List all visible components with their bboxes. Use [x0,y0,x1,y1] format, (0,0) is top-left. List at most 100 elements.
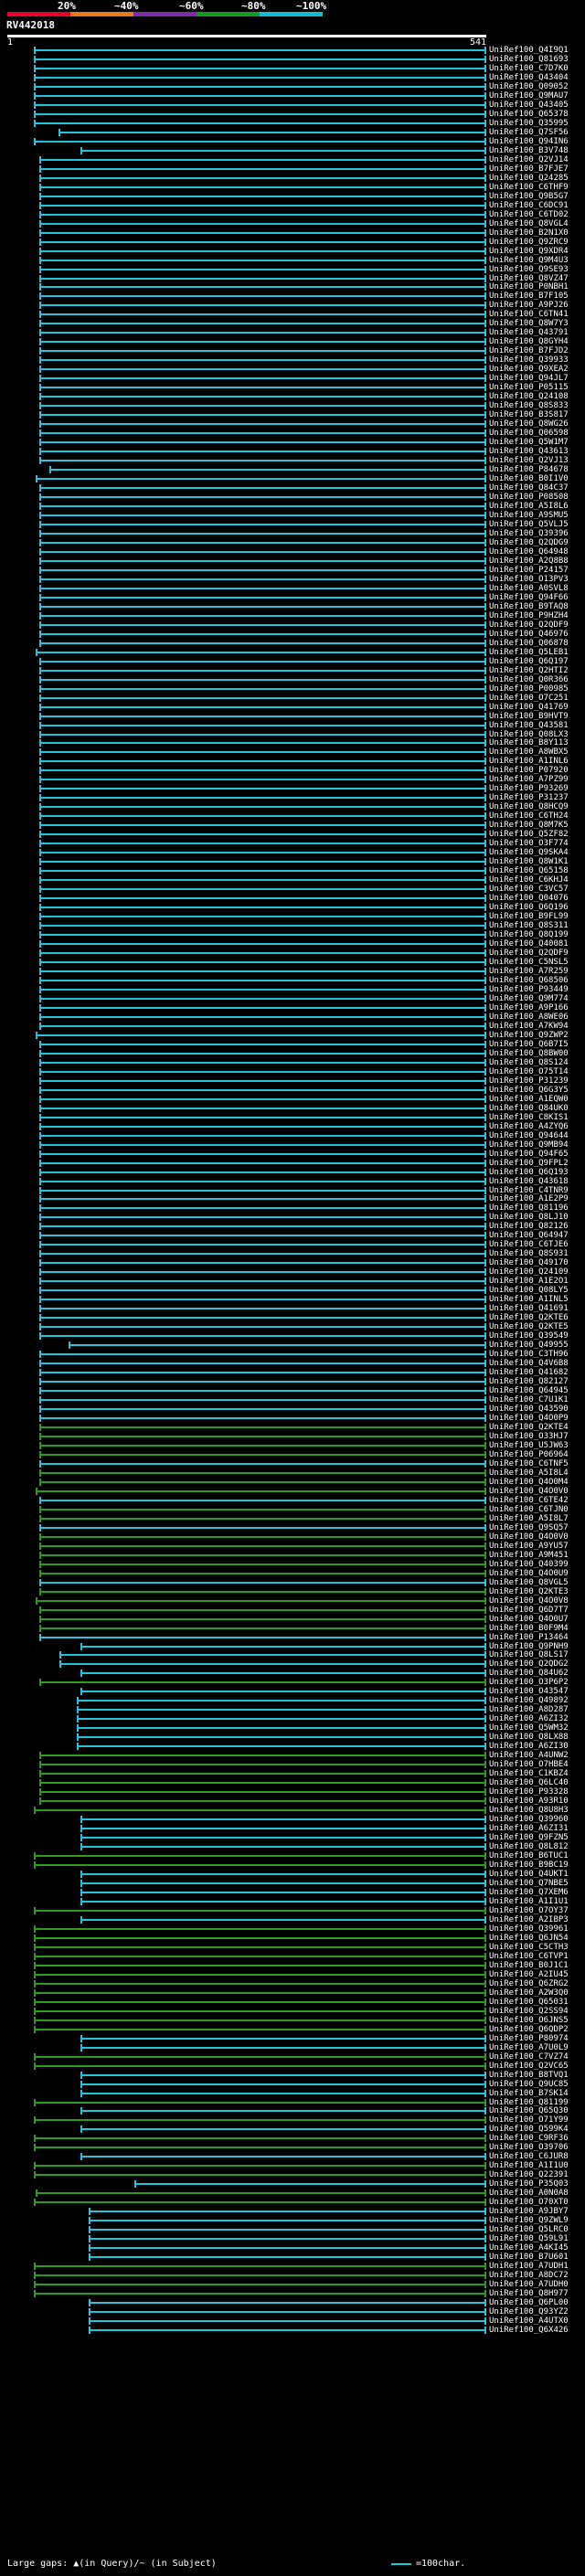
hit-label[interactable]: UniRef100_Q43618 [489,1177,569,1186]
hit-label[interactable]: UniRef100_C6KHJ4 [489,875,569,885]
hit-label[interactable]: UniRef100_Q9M774 [489,994,569,1003]
hit-label[interactable]: UniRef100_Q0R366 [489,675,569,684]
hit-label[interactable]: UniRef100_Q43404 [489,73,569,82]
hit-label[interactable]: UniRef100_A8WE06 [489,1012,569,1022]
hit-label[interactable]: UniRef100_P06964 [489,1450,569,1459]
hit-label[interactable]: UniRef100_Q6Q197 [489,657,569,666]
hit-label[interactable]: UniRef100_Q94F66 [489,593,569,602]
hit-label[interactable]: UniRef100_P9HZH4 [489,611,569,620]
hit-label[interactable]: UniRef100_Q8LS17 [489,1650,569,1659]
hit-label[interactable]: UniRef100_Q06598 [489,429,569,438]
hit-label[interactable]: UniRef100_Q9FPL2 [489,1159,569,1168]
hit-label[interactable]: UniRef100_A5I8L7 [489,1514,569,1523]
hit-label[interactable]: UniRef100_A4UTX0 [489,2316,569,2326]
hit-label[interactable]: UniRef100_Q2HTI2 [489,666,569,675]
hit-label[interactable]: UniRef100_B0I1V0 [489,474,569,483]
hit-label[interactable]: UniRef100_C9RF36 [489,2134,569,2143]
hit-label[interactable]: UniRef100_Q2VC65 [489,2062,569,2071]
hit-label[interactable]: UniRef100_Q8HCQ9 [489,802,569,811]
hit-label[interactable]: UniRef100_Q94JL7 [489,374,569,383]
hit-label[interactable]: UniRef100_P24157 [489,566,569,575]
hit-label[interactable]: UniRef100_Q5LEB1 [489,648,569,657]
hit-label[interactable]: UniRef100_Q8S311 [489,921,569,930]
hit-label[interactable]: UniRef100_Q41691 [489,1304,569,1313]
hit-label[interactable]: UniRef100_Q64945 [489,1386,569,1395]
hit-label[interactable]: UniRef100_A9P166 [489,1003,569,1012]
hit-label[interactable]: UniRef100_Q40399 [489,1560,569,1569]
hit-label[interactable]: UniRef100_C7U1K1 [489,1395,569,1405]
hit-label[interactable]: UniRef100_Q9ZWL9 [489,2216,569,2225]
hit-label[interactable]: UniRef100_A1E2O1 [489,1277,569,1286]
hit-label[interactable]: UniRef100_O7C251 [489,694,569,703]
hit-label[interactable]: UniRef100_P31237 [489,793,569,802]
hit-label[interactable]: UniRef100_Q82127 [489,1377,569,1386]
hit-label[interactable]: UniRef100_A1INL5 [489,1295,569,1304]
hit-label[interactable]: UniRef100_Q6D7T7 [489,1606,569,1615]
hit-label[interactable]: UniRef100_Q59L91 [489,2234,569,2243]
hit-label[interactable]: UniRef100_Q22391 [489,2170,569,2179]
hit-label[interactable]: UniRef100_Q81196 [489,1203,569,1213]
hit-label[interactable]: UniRef100_B6TUC1 [489,1851,569,1860]
hit-label[interactable]: UniRef100_Q43405 [489,101,569,110]
hit-label[interactable]: UniRef100_Q40081 [489,939,569,949]
hit-label[interactable]: UniRef100_Q599K4 [489,2125,569,2134]
hit-label[interactable]: UniRef100_B7FJE7 [489,164,569,174]
hit-label[interactable]: UniRef100_A7PZ99 [489,775,569,784]
hit-label[interactable]: UniRef100_Q64948 [489,547,569,557]
hit-label[interactable]: UniRef100_O70XT0 [489,2198,569,2207]
hit-label[interactable]: UniRef100_Q4O0P9 [489,1414,569,1423]
hit-label[interactable]: UniRef100_Q09052 [489,82,569,91]
hit-label[interactable]: UniRef100_Q8M7K5 [489,821,569,830]
hit-label[interactable]: UniRef100_P93449 [489,985,569,994]
hit-label[interactable]: UniRef100_Q7NBE5 [489,1879,569,1888]
hit-label[interactable]: UniRef100_P31239 [489,1076,569,1086]
hit-label[interactable]: UniRef100_P07920 [489,766,569,775]
hit-label[interactable]: UniRef100_Q04076 [489,894,569,903]
hit-label[interactable]: UniRef100_C3TH96 [489,1350,569,1359]
hit-label[interactable]: UniRef100_O75T14 [489,1067,569,1076]
hit-label[interactable]: UniRef100_Q8U8H3 [489,1806,569,1815]
hit-label[interactable]: UniRef100_Q8S833 [489,401,569,410]
hit-label[interactable]: UniRef100_Q8LJ10 [489,1213,569,1222]
hit-label[interactable]: UniRef100_B0F9M4 [489,1624,569,1633]
hit-label[interactable]: UniRef100_Q8VZ47 [489,274,569,283]
hit-label[interactable]: UniRef100_Q4O0V0 [489,1532,569,1542]
hit-label[interactable]: UniRef100_A0SVL8 [489,584,569,593]
hit-label[interactable]: UniRef100_Q8Q199 [489,930,569,939]
hit-label[interactable]: UniRef100_B9FL99 [489,912,569,921]
hit-label[interactable]: UniRef100_A5I8L4 [489,1468,569,1478]
hit-label[interactable]: UniRef100_A9M451 [489,1551,569,1560]
hit-label[interactable]: UniRef100_C8KIS1 [489,1113,569,1122]
hit-label[interactable]: UniRef100_Q84UK0 [489,1104,569,1113]
hit-label[interactable]: UniRef100_C7D7K0 [489,64,569,73]
hit-label[interactable]: UniRef100_Q39549 [489,1331,569,1341]
hit-label[interactable]: UniRef100_P0NBH1 [489,282,569,292]
hit-label[interactable]: UniRef100_B9TAQ8 [489,602,569,611]
hit-label[interactable]: UniRef100_C1KBZ4 [489,1769,569,1778]
hit-label[interactable]: UniRef100_Q6PL00 [489,2298,569,2307]
hit-label[interactable]: UniRef100_A7U0L9 [489,2043,569,2052]
hit-label[interactable]: UniRef100_A2Q8B8 [489,557,569,566]
hit-label[interactable]: UniRef100_O33HJ7 [489,1432,569,1441]
hit-label[interactable]: UniRef100_U5JW63 [489,1441,569,1450]
hit-label[interactable]: UniRef100_O43547 [489,1687,569,1696]
hit-label[interactable]: UniRef100_B8Y113 [489,738,569,747]
hit-label[interactable]: UniRef100_Q6B7I5 [489,1040,569,1049]
hit-label[interactable]: UniRef100_Q08LX3 [489,730,569,739]
hit-label[interactable]: UniRef100_Q5VLJ5 [489,520,569,529]
hit-label[interactable]: UniRef100_Q5WM32 [489,1723,569,1733]
hit-label[interactable]: UniRef100_Q64947 [489,1231,569,1240]
hit-label[interactable]: UniRef100_P05115 [489,383,569,392]
hit-label[interactable]: UniRef100_Q4O0U7 [489,1615,569,1624]
hit-label[interactable]: UniRef100_Q4O0V0 [489,1487,569,1496]
hit-label[interactable]: UniRef100_A93R10 [489,1797,569,1806]
hit-label[interactable]: UniRef100_Q43791 [489,328,569,337]
hit-label[interactable]: UniRef100_C7VZ74 [489,2052,569,2062]
hit-label[interactable]: UniRef100_Q8LX88 [489,1733,569,1742]
hit-label[interactable]: UniRef100_C6JUR8 [489,2152,569,2161]
hit-label[interactable]: UniRef100_A6ZI31 [489,1824,569,1833]
hit-label[interactable]: UniRef100_Q46976 [489,630,569,639]
hit-label[interactable]: UniRef100_Q24285 [489,174,569,183]
hit-label[interactable]: UniRef100_Q8BW00 [489,1049,569,1058]
hit-label[interactable]: UniRef100_B0J1C1 [489,1961,569,1970]
